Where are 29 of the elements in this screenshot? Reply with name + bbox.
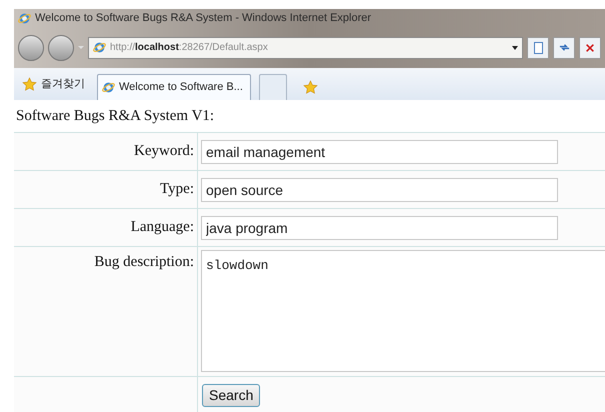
search-button[interactable]: Search [202,384,260,407]
browser-icon [93,41,106,54]
text-field[interactable]: java program [201,216,558,240]
field-label: Type: [160,180,194,200]
stop-button[interactable] [579,36,601,58]
description-field[interactable]: slowdown [201,250,605,372]
star-icon[interactable] [22,76,37,92]
refresh-button[interactable] [553,36,575,58]
browser-icon [102,81,115,94]
text-field[interactable]: email management [201,140,558,164]
page-heading: Software Bugs R&A System V1: [15,106,214,126]
close-icon [585,42,595,52]
dropdown-arrow-icon[interactable] [512,46,518,50]
browser-tab[interactable]: Welcome to Software B... [97,74,251,100]
field-label: Keyword: [134,142,194,162]
address-field[interactable]: http://localhost:28267/Default.aspx [88,36,523,58]
address-url: http://localhost:28267/Default.aspx [110,41,268,55]
browser-icon [18,12,31,24]
favorites-button[interactable]: 즐겨찾기 [18,72,89,96]
field-label: Bug description: [94,253,194,272]
text-field[interactable]: open source [201,178,558,202]
add-favorite-icon[interactable] [303,80,318,95]
forward-button[interactable] [48,34,74,60]
refresh-icon [558,42,570,53]
window-title: Welcome to Software Bugs R&A System - Windows Internet Explorer [35,10,372,26]
field-label: Language: [130,218,194,238]
browser-tab[interactable] [259,74,287,100]
compatibility-button[interactable] [527,36,549,58]
back-button[interactable] [18,34,44,60]
